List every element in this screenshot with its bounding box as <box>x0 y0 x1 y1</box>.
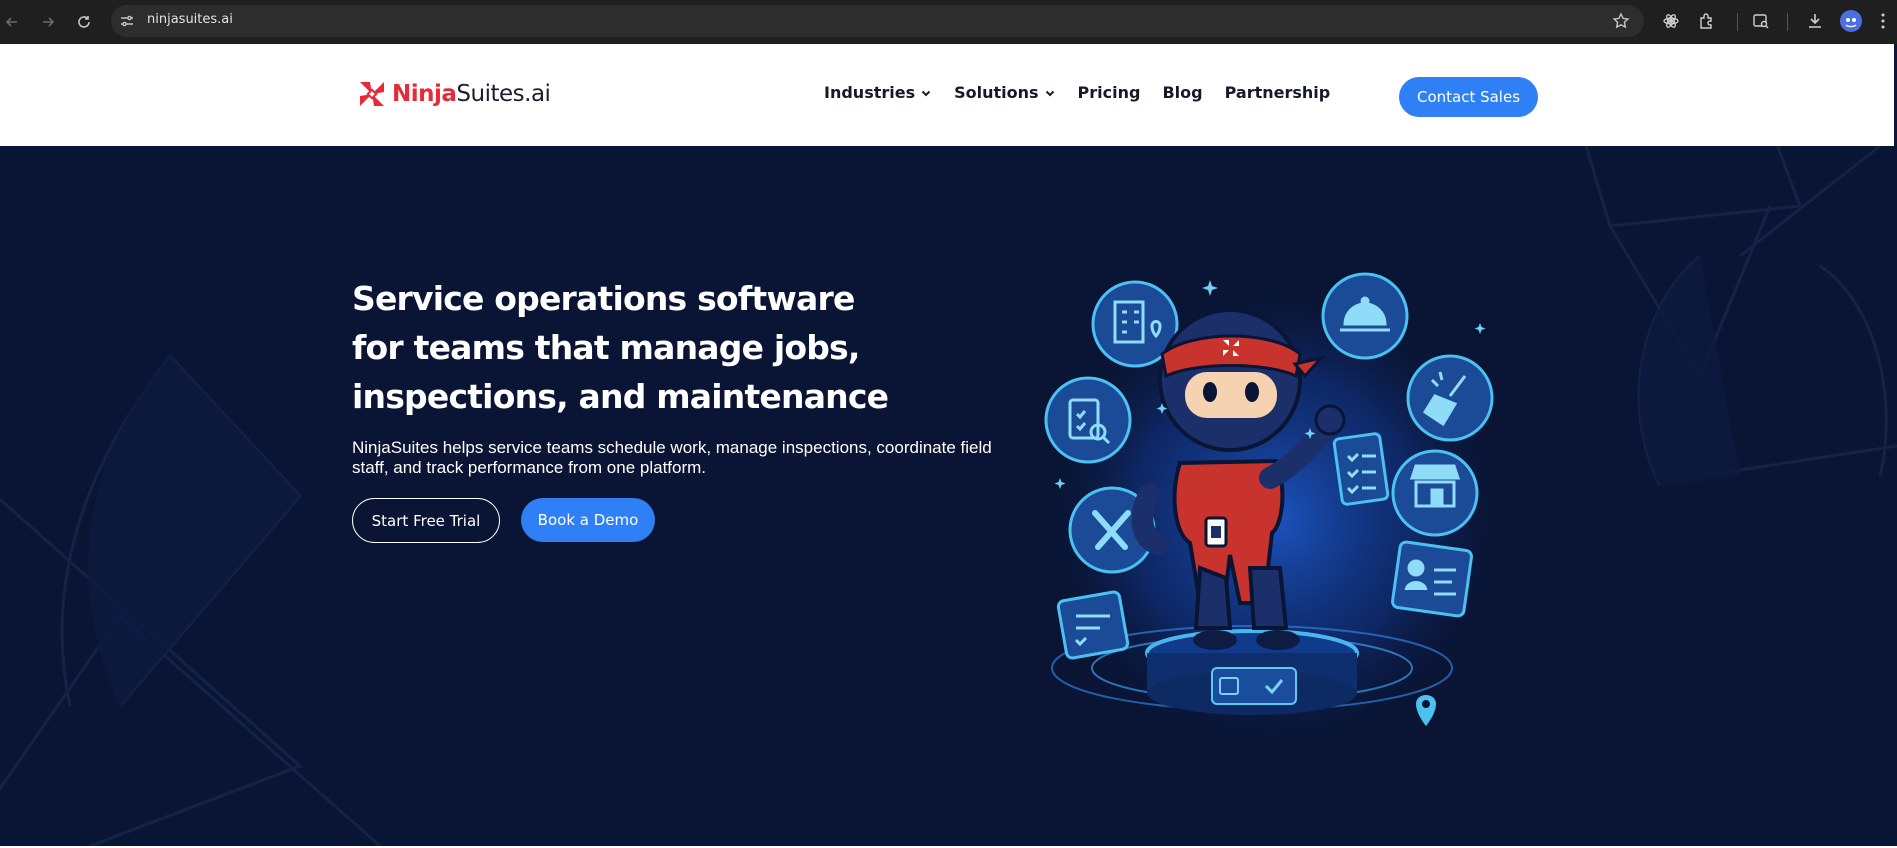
browser-toolbar: ninjasuites.ai <box>0 0 1897 44</box>
logo-brand-primary: Ninja <box>392 81 457 107</box>
reading-mode-icon[interactable] <box>1751 11 1771 31</box>
nav-pricing[interactable]: Pricing <box>1078 83 1141 102</box>
nav-industries-label: Industries <box>824 83 916 102</box>
book-demo-button[interactable]: Book a Demo <box>521 498 655 542</box>
reload-icon[interactable] <box>72 10 96 34</box>
hero-bottom-edge <box>0 846 1897 847</box>
hero-background-pattern <box>0 146 1897 847</box>
site-settings-icon[interactable] <box>119 13 135 29</box>
hero-subtitle: NinjaSuites helps service teams schedule… <box>352 438 992 477</box>
logo-brand-secondary: Suites.ai <box>456 81 551 107</box>
menu-kebab-icon[interactable] <box>1880 12 1886 30</box>
hero-title: Service operations software for teams th… <box>352 279 889 416</box>
download-icon[interactable] <box>1805 11 1825 31</box>
puzzle-icon[interactable] <box>1697 11 1717 31</box>
chevron-down-icon <box>1045 90 1054 96</box>
ninja-hero-illustration <box>1040 272 1510 748</box>
nav-industries[interactable]: Industries <box>824 83 932 102</box>
toolbar-divider <box>1787 13 1788 31</box>
address-bar[interactable]: ninjasuites.ai <box>111 5 1644 37</box>
nav-blog-label: Blog <box>1162 83 1203 102</box>
nav-pricing-label: Pricing <box>1077 83 1141 102</box>
site-logo[interactable]: NinjaSuites.ai <box>356 78 551 110</box>
nav-solutions[interactable]: Solutions <box>954 83 1055 102</box>
nav-partnership[interactable]: Partnership <box>1225 83 1331 102</box>
extension-icon[interactable] <box>1661 11 1681 31</box>
back-arrow-icon[interactable] <box>0 10 24 34</box>
nav-blog[interactable]: Blog <box>1162 83 1202 102</box>
logo-wordmark: NinjaSuites.ai <box>392 81 551 107</box>
hero-section: Service operations software for teams th… <box>0 146 1897 847</box>
logo-pinwheel-icon <box>360 82 384 106</box>
url-text[interactable]: ninjasuites.ai <box>147 12 233 27</box>
start-free-trial-button[interactable]: Start Free Trial <box>352 498 500 543</box>
main-navigation: Industries Solutions Pricing Blog Partne… <box>824 83 1352 102</box>
toolbar-divider <box>1737 13 1738 31</box>
profile-avatar-icon[interactable] <box>1840 10 1862 32</box>
nav-partnership-label: Partnership <box>1224 83 1331 102</box>
bookmark-star-icon[interactable] <box>1612 12 1630 30</box>
forward-arrow-icon[interactable] <box>36 10 60 34</box>
nav-solutions-label: Solutions <box>954 83 1039 102</box>
contact-sales-button[interactable]: Contact Sales <box>1399 77 1538 117</box>
site-header: NinjaSuites.ai Industries Solutions Pric… <box>0 44 1897 146</box>
chevron-down-icon <box>921 90 931 96</box>
